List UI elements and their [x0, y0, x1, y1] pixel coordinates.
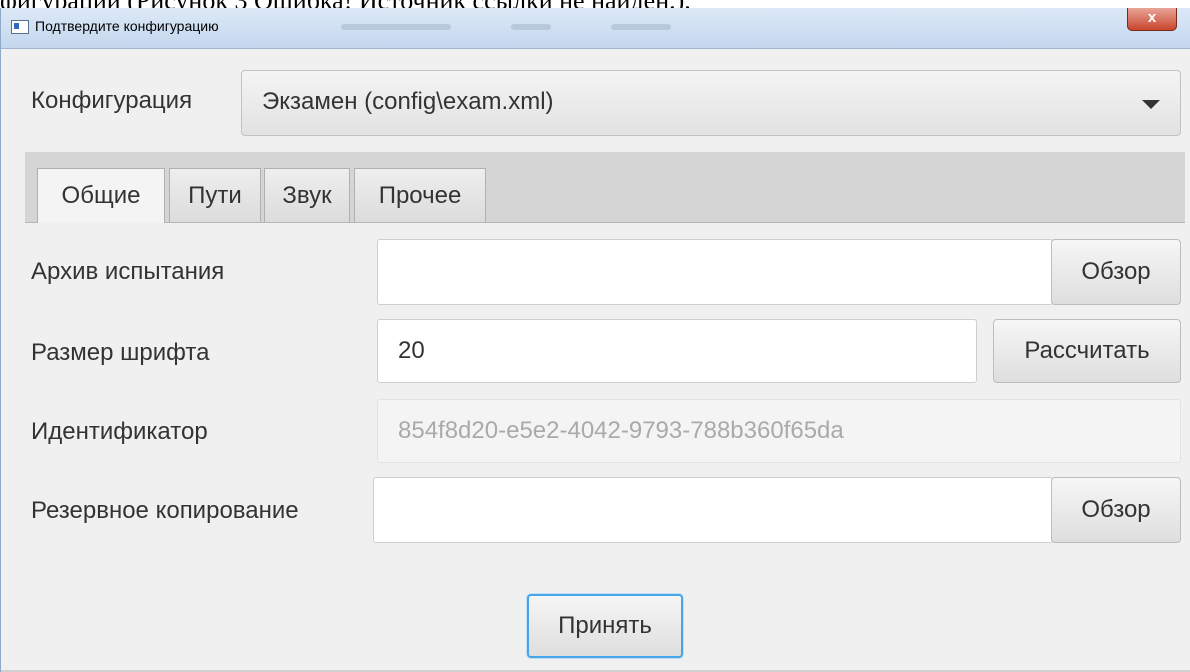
identifier-input	[377, 399, 1181, 463]
close-button[interactable]: x	[1127, 8, 1177, 31]
backup-input[interactable]	[373, 477, 1053, 543]
tab-paths[interactable]: Пути	[169, 168, 261, 222]
identifier-label: Идентификатор	[31, 418, 208, 445]
accept-button[interactable]: Принять	[527, 594, 683, 658]
tab-general[interactable]: Общие	[37, 168, 165, 223]
tab-bar: Общие Пути Звук Прочее	[25, 152, 1185, 223]
tab-other[interactable]: Прочее	[354, 168, 486, 222]
backup-browse-button[interactable]: Обзор	[1051, 477, 1181, 543]
window-title: Подтвердите конфигурацию	[35, 18, 219, 34]
config-combobox[interactable]: Экзамен (config\exam.xml)	[241, 70, 1181, 136]
dialog-content: Конфигурация Экзамен (config\exam.xml) О…	[1, 49, 1190, 672]
archive-label: Архив испытания	[31, 258, 225, 285]
background-window-ghost	[341, 20, 781, 34]
font-size-label: Размер шрифта	[31, 339, 210, 366]
tab-sound[interactable]: Звук	[264, 168, 350, 222]
archive-input[interactable]	[377, 239, 1053, 305]
dialog-window: Подтвердите конфигурацию x Конфигурация …	[0, 8, 1190, 672]
backup-label: Резервное копирование	[31, 497, 299, 524]
config-label: Конфигурация	[31, 87, 193, 114]
config-selected-value: Экзамен (config\exam.xml)	[262, 88, 554, 115]
chevron-down-icon	[1142, 100, 1160, 109]
font-size-input[interactable]	[377, 319, 977, 383]
app-window-icon	[11, 20, 29, 34]
title-bar[interactable]: Подтвердите конфигурацию x	[1, 8, 1190, 49]
archive-browse-button[interactable]: Обзор	[1051, 239, 1181, 305]
calculate-button[interactable]: Рассчитать	[993, 319, 1181, 383]
